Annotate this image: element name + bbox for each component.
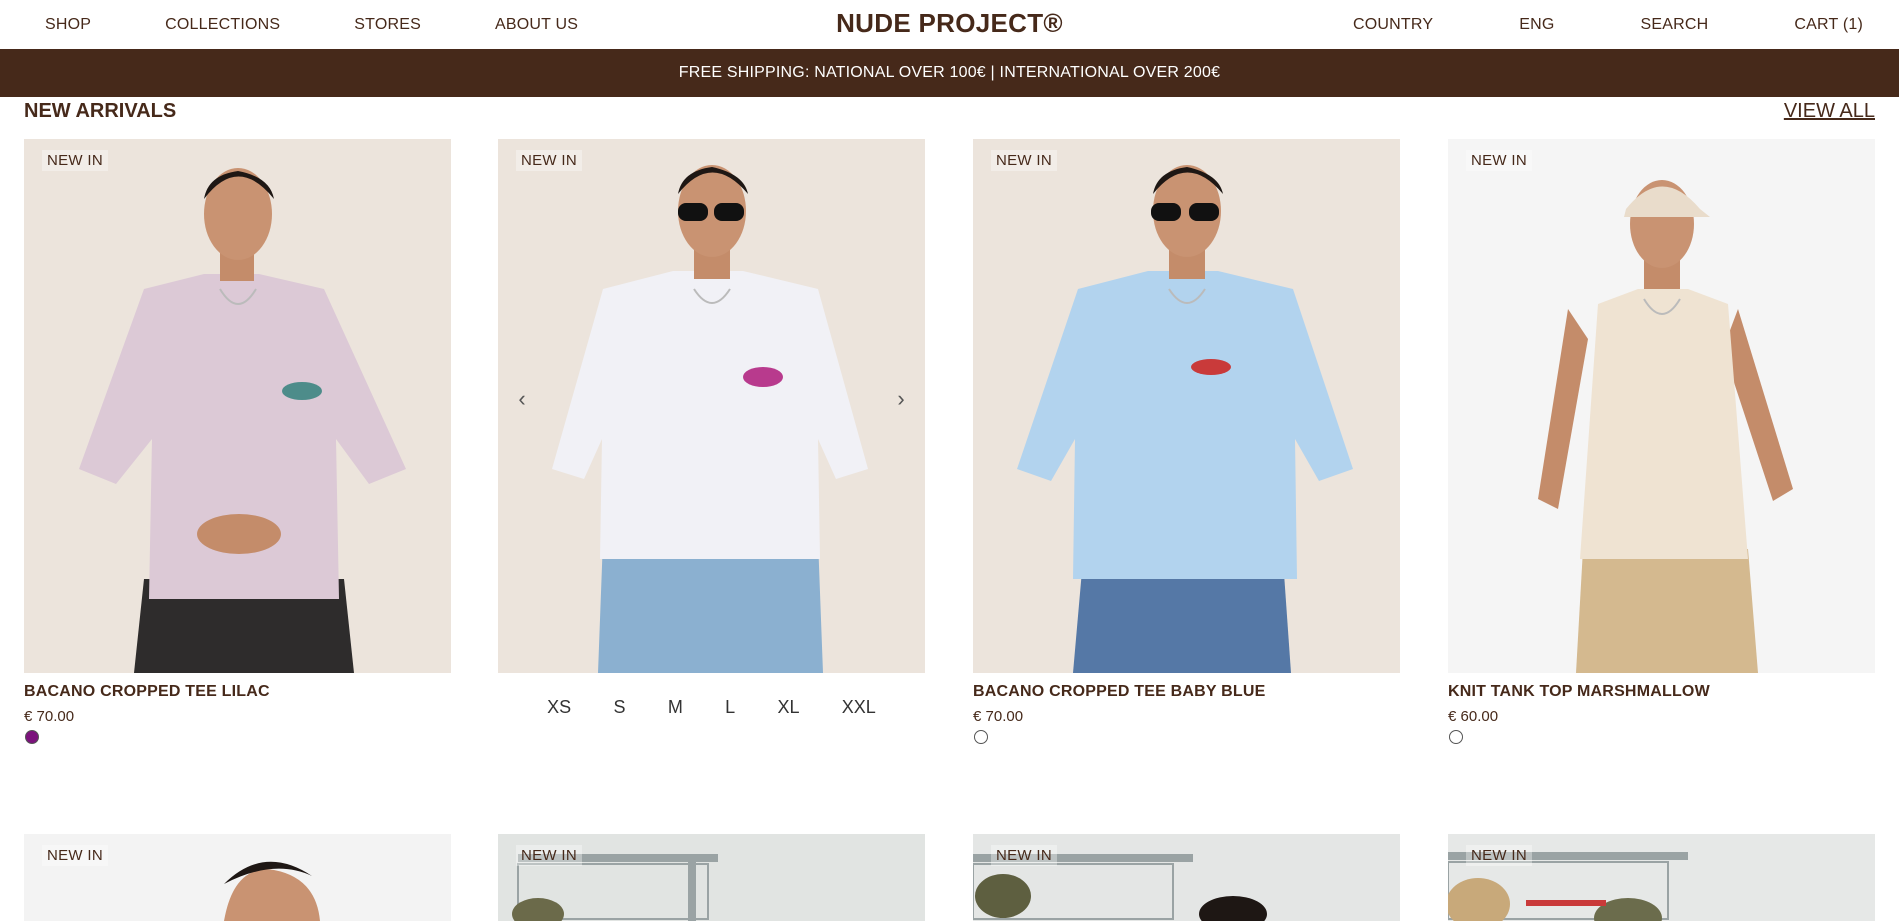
size-option-l[interactable]: L: [725, 697, 735, 723]
site-header: SHOP COLLECTIONS STORES ABOUT US NUDE PR…: [0, 0, 1899, 49]
shipping-banner-text: FREE SHIPPING: NATIONAL OVER 100€ | INTE…: [678, 64, 1221, 81]
nav-right: COUNTRY ENG SEARCH CART (1): [1267, 0, 1863, 49]
product-image[interactable]: NEW IN: [1448, 139, 1875, 673]
shipping-banner: FREE SHIPPING: NATIONAL OVER 100€ | INTE…: [0, 49, 1899, 97]
nav-search[interactable]: SEARCH: [1641, 16, 1709, 34]
nav-country[interactable]: COUNTRY: [1353, 16, 1433, 34]
product-card[interactable]: NEW IN: [498, 834, 925, 921]
chevron-right-icon[interactable]: ›: [889, 386, 913, 411]
product-image[interactable]: NEW IN: [24, 139, 451, 673]
product-image[interactable]: NEW IN: [24, 834, 451, 921]
size-option-m[interactable]: M: [668, 697, 683, 723]
product-price: € 70.00: [973, 708, 1024, 725]
product-image[interactable]: NEW IN ‹ ›: [498, 139, 925, 673]
product-name[interactable]: BACANO CROPPED TEE BABY BLUE: [973, 683, 1265, 701]
product-name[interactable]: BACANO CROPPED TEE LILAC: [24, 683, 270, 701]
product-image[interactable]: NEW IN: [973, 139, 1400, 673]
new-in-badge: NEW IN: [1466, 845, 1532, 866]
product-card[interactable]: NEW IN: [973, 834, 1400, 921]
new-in-badge: NEW IN: [991, 845, 1057, 866]
product-image[interactable]: NEW IN: [498, 834, 925, 921]
product-name[interactable]: KNIT TANK TOP MARSHMALLOW: [1448, 683, 1710, 701]
product-image[interactable]: NEW IN: [1448, 834, 1875, 921]
view-all-link[interactable]: VIEW ALL: [1784, 100, 1875, 123]
size-option-xl[interactable]: XL: [777, 697, 799, 723]
size-selector: XS S M L XL XXL: [498, 697, 925, 723]
nav-cart[interactable]: CART (1): [1794, 16, 1863, 34]
new-in-badge: NEW IN: [991, 150, 1057, 171]
size-option-xxl[interactable]: XXL: [842, 697, 876, 723]
color-swatch[interactable]: [1449, 730, 1463, 744]
new-in-badge: NEW IN: [516, 845, 582, 866]
color-swatch[interactable]: [974, 730, 988, 744]
new-in-badge: NEW IN: [516, 150, 582, 171]
product-card[interactable]: NEW IN: [1448, 834, 1875, 921]
product-image[interactable]: NEW IN: [973, 834, 1400, 921]
new-in-badge: NEW IN: [42, 150, 108, 171]
product-price: € 70.00: [24, 708, 75, 725]
color-swatch[interactable]: [25, 730, 39, 744]
product-price: € 60.00: [1448, 708, 1499, 725]
section-title: NEW ARRIVALS: [24, 99, 177, 122]
chevron-left-icon[interactable]: ‹: [510, 386, 534, 411]
new-in-badge: NEW IN: [42, 845, 108, 866]
product-card[interactable]: NEW IN: [24, 834, 451, 921]
new-in-badge: NEW IN: [1466, 150, 1532, 171]
size-option-s[interactable]: S: [613, 697, 625, 723]
nav-language[interactable]: ENG: [1519, 16, 1554, 34]
section-header: NEW ARRIVALS VIEW ALL: [24, 98, 1875, 124]
size-option-xs[interactable]: XS: [547, 697, 571, 723]
